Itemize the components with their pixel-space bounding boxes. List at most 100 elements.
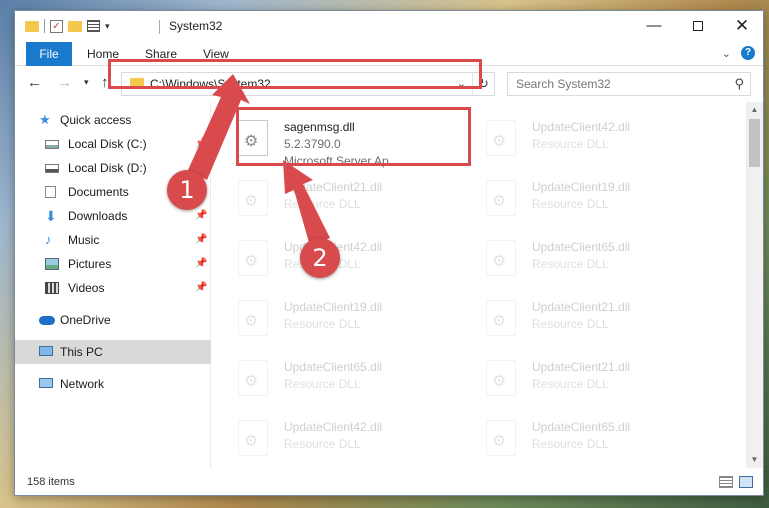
dll-file-icon [238,240,268,276]
file-name: UpdateClient42.dll [532,120,631,134]
music-icon: ♪ [45,232,52,247]
sidebar-item-this-pc[interactable]: This PC [15,340,211,364]
file-type: Resource DLL [284,197,361,211]
forward-button[interactable]: → [57,74,72,91]
dll-file-icon [486,300,516,336]
vertical-scrollbar[interactable]: ▲ ▼ [746,102,763,468]
file-tile[interactable]: UpdateClient42.dll Resource DLL [460,110,690,170]
pin-icon[interactable]: 📌 [195,276,207,300]
file-type: Resource DLL [532,257,609,271]
file-type: Resource DLL [532,377,609,391]
dll-file-icon [486,360,516,396]
sidebar-item-pictures[interactable]: Pictures 📌 [15,252,211,276]
back-button[interactable]: ← [27,74,42,91]
file-tile[interactable]: UpdateClient21.dll Resource DLL [212,170,442,230]
navigation-pane: ★ Quick access Local Disk (C:) 📌 Local D… [15,102,211,468]
file-name: UpdateClient21.dll [532,300,631,314]
view-toggle [719,476,753,488]
sidebar-item-label: Network [60,377,105,391]
expand-ribbon-icon[interactable]: ⌄ [722,47,731,60]
pin-icon[interactable]: 📌 [195,132,207,156]
file-tile[interactable]: UpdateClient21.dll Resource DLL [460,290,690,350]
callout-badge-1: 1 [167,170,207,210]
sidebar-item-label: Local Disk (D:) [68,161,147,175]
file-name: UpdateClient65.dll [532,240,631,254]
file-tile[interactable]: UpdateClient42.dll Resource DLL [212,410,442,468]
cloud-icon [39,316,55,325]
large-icons-view-icon[interactable] [739,476,753,488]
file-tile[interactable]: UpdateClient65.dll Resource DLL [460,230,690,290]
file-tile[interactable]: UpdateClient65.dll Resource DLL [460,410,690,468]
search-input[interactable]: Search System32 ⚲ [507,72,751,96]
file-type: Resource DLL [284,377,361,391]
scroll-down-icon[interactable]: ▼ [746,452,763,468]
dll-file-icon [486,420,516,456]
title-bar: ✓ ▾ System32 — ✕ [15,11,763,42]
folder-icon[interactable] [25,20,39,32]
computer-icon [39,346,53,356]
ribbon-controls: ⌄ ? [722,46,755,60]
sidebar-item-network[interactable]: Network [15,372,211,396]
file-highlight [236,107,471,166]
file-type: Resource DLL [284,317,361,331]
sidebar-item-label: Quick access [60,113,132,127]
details-view-icon[interactable] [719,476,733,488]
customize-toolbar-icon[interactable]: ▾ [105,21,110,32]
pictures-icon [45,258,59,270]
sidebar-item-label: Music [68,233,100,247]
drive-icon [45,140,59,149]
sidebar-item-local-disk-c[interactable]: Local Disk (C:) 📌 [15,132,211,156]
file-tile[interactable]: UpdateClient19.dll Resource DLL [460,170,690,230]
window-title: System32 [169,19,223,33]
download-icon: ⬇ [45,208,57,224]
help-icon[interactable]: ? [741,46,755,60]
file-tile[interactable]: UpdateClient21.dll Resource DLL [460,350,690,410]
file-name: UpdateClient19.dll [532,180,631,194]
recent-locations-button[interactable]: ▾ [84,77,89,88]
file-tile[interactable]: UpdateClient19.dll Resource DLL [212,290,442,350]
scrollbar-thumb[interactable] [749,119,760,167]
sidebar-item-label: OneDrive [60,313,111,327]
dll-file-icon [238,300,268,336]
sidebar-item-music[interactable]: ♪ Music 📌 [15,228,211,252]
properties-icon[interactable]: ✓ [50,19,63,33]
file-name: UpdateClient65.dll [532,420,631,434]
minimize-button[interactable]: — [632,11,676,41]
sidebar-item-label: Videos [68,281,105,295]
search-icon: ⚲ [734,76,744,91]
maximize-button[interactable] [676,11,720,41]
search-placeholder: Search System32 [516,77,611,91]
file-type: Resource DLL [284,437,361,451]
close-button[interactable]: ✕ [720,11,764,41]
toolbar-divider [44,19,45,33]
sidebar-item-videos[interactable]: Videos 📌 [15,276,211,300]
dll-file-icon [486,240,516,276]
dll-file-icon [486,180,516,216]
pin-icon[interactable]: 📌 [195,204,207,228]
new-folder-icon[interactable] [68,20,82,32]
sidebar-item-label: Documents [68,185,129,199]
maximize-icon [693,21,703,32]
scroll-up-icon[interactable]: ▲ [746,102,763,118]
file-type: Resource DLL [532,317,609,331]
item-count: 158 items [27,476,75,488]
sidebar-item-label: Downloads [68,209,128,223]
drive-icon [45,164,59,173]
file-name: UpdateClient21.dll [284,180,383,194]
sidebar-item-onedrive[interactable]: OneDrive [15,308,211,332]
file-name: UpdateClient65.dll [284,360,383,374]
pin-icon[interactable]: 📌 [195,252,207,276]
sidebar-item-label: Pictures [68,257,112,271]
dll-file-icon [238,180,268,216]
pin-icon[interactable]: 📌 [195,228,207,252]
file-type: Resource DLL [532,437,609,451]
file-name: UpdateClient19.dll [284,300,383,314]
documents-icon [45,186,56,198]
sidebar-item-quick-access[interactable]: ★ Quick access [15,108,211,132]
tab-file[interactable]: File [26,42,72,66]
view-options-icon[interactable] [87,20,100,32]
status-bar: 158 items [15,471,763,495]
file-tile[interactable]: UpdateClient65.dll Resource DLL [212,350,442,410]
file-type: Resource DLL [532,137,609,151]
title-divider [159,20,160,34]
